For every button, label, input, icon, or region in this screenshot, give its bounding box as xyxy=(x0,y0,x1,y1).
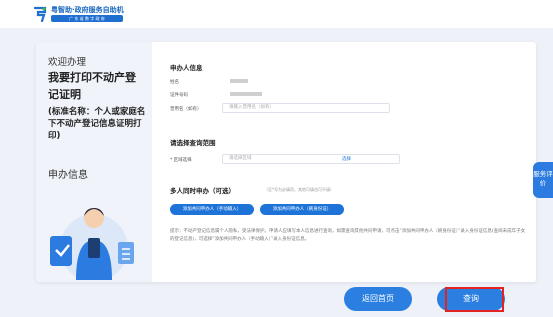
required-hint: （至*号为必填项，其他可填也可不填） xyxy=(264,187,334,192)
multi-section-title: 多人同时申办（可选） xyxy=(170,187,235,195)
page-title: 我要打印不动产登记证明 xyxy=(48,71,136,101)
notice-text: 提示：不动产登记信息属个人隐私，受法律保护。申请人应填写本人信息进行查询，如需查… xyxy=(170,229,526,242)
id-label: 证件号码 xyxy=(170,93,188,98)
id-value xyxy=(230,92,262,96)
region-label: * 区域选择 xyxy=(170,158,192,163)
region-input[interactable]: 请选择区域 xyxy=(222,154,400,164)
region-select-link[interactable]: 选择 xyxy=(342,156,351,162)
standard-name: (标准名称：个人或家庭名下不动产登记信息证明打印) xyxy=(48,107,146,141)
scope-section-title: 请选择查询范围 xyxy=(170,139,216,147)
alias-input[interactable]: 请输入曾用名（如有） xyxy=(222,103,390,113)
brand-subtitle: 广 东 省 数 字 政 府 xyxy=(51,15,123,22)
name-label: 姓名 xyxy=(170,80,179,85)
left-panel: 欢迎办理 我要打印不动产登记证明 (标准名称：个人或家庭名下不动产登记信息证明打… xyxy=(36,42,152,282)
applicant-section-title: 申办人信息 xyxy=(170,64,203,72)
name-value xyxy=(230,79,248,83)
main-card: 欢迎办理 我要打印不动产登记证明 (标准名称：个人或家庭名下不动产登记信息证明打… xyxy=(36,42,536,282)
apply-info-label: 申办信息 xyxy=(48,170,88,181)
add-manual-button[interactable]: 添加共同申办人（手动输入） xyxy=(170,204,254,215)
service-evaluation-tab[interactable]: 服务评价 xyxy=(533,162,553,198)
home-button[interactable]: 返回首页 xyxy=(344,287,412,311)
service-illustration-icon xyxy=(50,208,134,280)
welcome-text: 欢迎办理 xyxy=(48,57,87,68)
brand-title: 粤智助·政府服务自助机 xyxy=(51,6,124,14)
alias-label: 曾用名（如有） xyxy=(170,107,202,112)
top-bar: 粤智助·政府服务自助机 广 东 省 数 字 政 府 xyxy=(0,0,553,28)
add-idcard-button[interactable]: 添加共同申办人（刷身份证） xyxy=(260,204,344,215)
brand-logo-icon xyxy=(33,6,47,22)
query-highlight-frame xyxy=(445,287,504,312)
